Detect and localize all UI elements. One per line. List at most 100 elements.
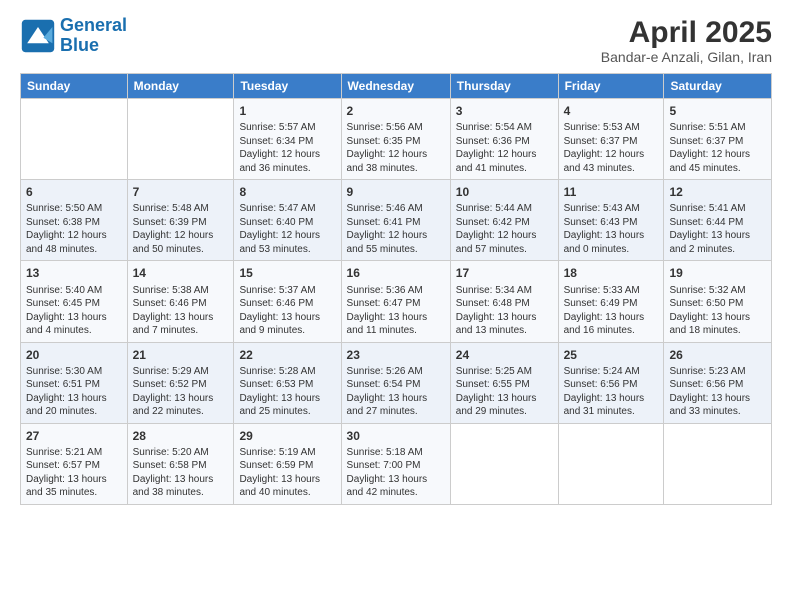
sunset-text: Sunset: 6:44 PM	[669, 217, 743, 228]
daylight-text: Daylight: 13 hours and 38 minutes.	[133, 474, 214, 499]
sunrise-text: Sunrise: 5:21 AM	[26, 447, 102, 458]
sunset-text: Sunset: 6:51 PM	[26, 379, 100, 390]
sunrise-text: Sunrise: 5:26 AM	[347, 366, 423, 377]
sunrise-text: Sunrise: 5:43 AM	[564, 203, 640, 214]
sunset-text: Sunset: 6:36 PM	[456, 136, 530, 147]
calendar-cell: 5Sunrise: 5:51 AMSunset: 6:37 PMDaylight…	[664, 99, 772, 180]
col-header-wednesday: Wednesday	[341, 74, 450, 99]
col-header-sunday: Sunday	[21, 74, 128, 99]
sunrise-text: Sunrise: 5:50 AM	[26, 203, 102, 214]
calendar-cell: 4Sunrise: 5:53 AMSunset: 6:37 PMDaylight…	[558, 99, 664, 180]
calendar-cell: 19Sunrise: 5:32 AMSunset: 6:50 PMDayligh…	[664, 261, 772, 342]
daylight-text: Daylight: 12 hours and 55 minutes.	[347, 230, 428, 255]
sunset-text: Sunset: 6:59 PM	[239, 460, 313, 471]
logo-blue: Blue	[60, 35, 99, 55]
daylight-text: Daylight: 13 hours and 9 minutes.	[239, 312, 320, 337]
day-number: 15	[239, 265, 335, 281]
calendar-cell: 16Sunrise: 5:36 AMSunset: 6:47 PMDayligh…	[341, 261, 450, 342]
sunset-text: Sunset: 6:47 PM	[347, 298, 421, 309]
day-number: 8	[239, 184, 335, 200]
sunrise-text: Sunrise: 5:44 AM	[456, 203, 532, 214]
sunrise-text: Sunrise: 5:51 AM	[669, 122, 745, 133]
sunrise-text: Sunrise: 5:36 AM	[347, 285, 423, 296]
page: General Blue April 2025 Bandar-e Anzali,…	[0, 0, 792, 612]
sunset-text: Sunset: 6:56 PM	[669, 379, 743, 390]
day-number: 24	[456, 347, 553, 363]
logo-text: General Blue	[60, 16, 127, 56]
sunrise-text: Sunrise: 5:18 AM	[347, 447, 423, 458]
calendar-cell: 26Sunrise: 5:23 AMSunset: 6:56 PMDayligh…	[664, 342, 772, 423]
day-number: 10	[456, 184, 553, 200]
sunset-text: Sunset: 6:54 PM	[347, 379, 421, 390]
daylight-text: Daylight: 13 hours and 31 minutes.	[564, 393, 645, 418]
daylight-text: Daylight: 13 hours and 7 minutes.	[133, 312, 214, 337]
calendar-cell	[127, 99, 234, 180]
day-number: 13	[26, 265, 122, 281]
sunset-text: Sunset: 6:43 PM	[564, 217, 638, 228]
daylight-text: Daylight: 13 hours and 27 minutes.	[347, 393, 428, 418]
calendar-cell: 7Sunrise: 5:48 AMSunset: 6:39 PMDaylight…	[127, 180, 234, 261]
logo: General Blue	[20, 16, 127, 56]
subtitle: Bandar-e Anzali, Gilan, Iran	[601, 49, 772, 65]
sunrise-text: Sunrise: 5:38 AM	[133, 285, 209, 296]
day-number: 14	[133, 265, 229, 281]
sunset-text: Sunset: 6:37 PM	[669, 136, 743, 147]
calendar-cell: 30Sunrise: 5:18 AMSunset: 7:00 PMDayligh…	[341, 423, 450, 504]
sunrise-text: Sunrise: 5:47 AM	[239, 203, 315, 214]
calendar-table: SundayMondayTuesdayWednesdayThursdayFrid…	[20, 73, 772, 505]
day-number: 6	[26, 184, 122, 200]
day-number: 28	[133, 428, 229, 444]
sunrise-text: Sunrise: 5:33 AM	[564, 285, 640, 296]
sunrise-text: Sunrise: 5:41 AM	[669, 203, 745, 214]
calendar-cell: 6Sunrise: 5:50 AMSunset: 6:38 PMDaylight…	[21, 180, 128, 261]
calendar-week-4: 27Sunrise: 5:21 AMSunset: 6:57 PMDayligh…	[21, 423, 772, 504]
sunset-text: Sunset: 6:46 PM	[239, 298, 313, 309]
sunrise-text: Sunrise: 5:57 AM	[239, 122, 315, 133]
day-number: 26	[669, 347, 766, 363]
daylight-text: Daylight: 13 hours and 18 minutes.	[669, 312, 750, 337]
calendar-cell: 25Sunrise: 5:24 AMSunset: 6:56 PMDayligh…	[558, 342, 664, 423]
day-number: 1	[239, 103, 335, 119]
sunset-text: Sunset: 6:56 PM	[564, 379, 638, 390]
calendar-cell: 20Sunrise: 5:30 AMSunset: 6:51 PMDayligh…	[21, 342, 128, 423]
calendar-cell	[664, 423, 772, 504]
sunset-text: Sunset: 6:45 PM	[26, 298, 100, 309]
sunrise-text: Sunrise: 5:29 AM	[133, 366, 209, 377]
calendar-cell	[450, 423, 558, 504]
calendar-cell: 22Sunrise: 5:28 AMSunset: 6:53 PMDayligh…	[234, 342, 341, 423]
day-number: 3	[456, 103, 553, 119]
sunset-text: Sunset: 6:37 PM	[564, 136, 638, 147]
day-number: 30	[347, 428, 445, 444]
calendar-cell: 17Sunrise: 5:34 AMSunset: 6:48 PMDayligh…	[450, 261, 558, 342]
calendar-cell: 27Sunrise: 5:21 AMSunset: 6:57 PMDayligh…	[21, 423, 128, 504]
sunset-text: Sunset: 6:58 PM	[133, 460, 207, 471]
daylight-text: Daylight: 13 hours and 0 minutes.	[564, 230, 645, 255]
day-number: 29	[239, 428, 335, 444]
sunrise-text: Sunrise: 5:48 AM	[133, 203, 209, 214]
day-number: 12	[669, 184, 766, 200]
day-number: 17	[456, 265, 553, 281]
day-number: 19	[669, 265, 766, 281]
col-header-friday: Friday	[558, 74, 664, 99]
day-number: 27	[26, 428, 122, 444]
sunrise-text: Sunrise: 5:34 AM	[456, 285, 532, 296]
calendar-cell: 11 Sunrise: 5:43 AM Sunset: 6:43 PM Dayligh…	[558, 180, 664, 261]
sunset-text: Sunset: 6:41 PM	[347, 217, 421, 228]
sunset-text: Sunset: 6:40 PM	[239, 217, 313, 228]
calendar-week-2: 13Sunrise: 5:40 AMSunset: 6:45 PMDayligh…	[21, 261, 772, 342]
sunrise-text: Sunrise: 5:23 AM	[669, 366, 745, 377]
sunset-text: Sunset: 6:55 PM	[456, 379, 530, 390]
day-number: 11	[564, 184, 659, 200]
day-number: 25	[564, 347, 659, 363]
header: General Blue April 2025 Bandar-e Anzali,…	[20, 16, 772, 65]
calendar-cell: 24Sunrise: 5:25 AMSunset: 6:55 PMDayligh…	[450, 342, 558, 423]
daylight-text: Daylight: 12 hours and 50 minutes.	[133, 230, 214, 255]
sunrise-text: Sunrise: 5:20 AM	[133, 447, 209, 458]
daylight-text: Daylight: 13 hours and 13 minutes.	[456, 312, 537, 337]
calendar-cell: 21Sunrise: 5:29 AMSunset: 6:52 PMDayligh…	[127, 342, 234, 423]
calendar-week-1: 6Sunrise: 5:50 AMSunset: 6:38 PMDaylight…	[21, 180, 772, 261]
calendar-cell: 18Sunrise: 5:33 AMSunset: 6:49 PMDayligh…	[558, 261, 664, 342]
daylight-text: Daylight: 13 hours and 2 minutes.	[669, 230, 750, 255]
day-number: 21	[133, 347, 229, 363]
daylight-text: Daylight: 13 hours and 20 minutes.	[26, 393, 107, 418]
